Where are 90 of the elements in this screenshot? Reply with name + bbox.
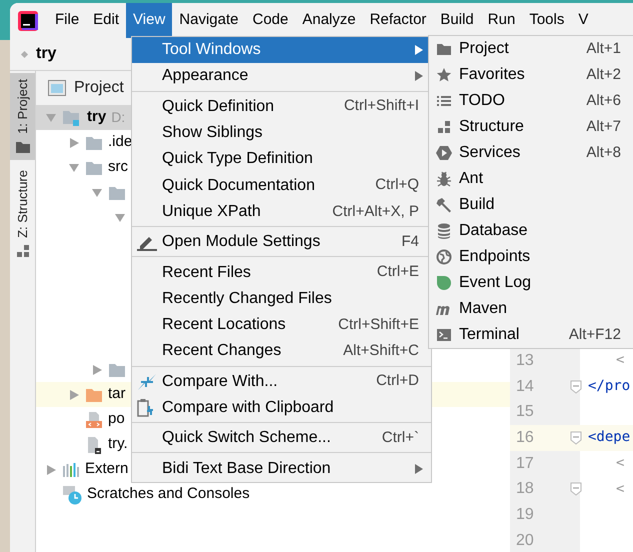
line-number: 15 (515, 402, 535, 422)
code-text: < (616, 480, 624, 499)
hammer-icon (436, 197, 452, 213)
menu-item[interactable]: Build (429, 192, 633, 218)
line-number: 14 (515, 376, 535, 397)
star-icon (436, 67, 452, 83)
globe-icon (436, 249, 452, 265)
folder-icon (85, 386, 103, 402)
menu-item[interactable]: Analyze (295, 3, 363, 38)
menu-item[interactable]: Terminal Alt+F12 (429, 322, 633, 348)
bar-chart-icon (62, 462, 80, 478)
code-text: </pro (588, 377, 630, 396)
menu-item[interactable]: Structure Alt+7 (429, 114, 633, 140)
menu-item[interactable]: Quick Documentation Ctrl+Q (132, 172, 431, 199)
menu-item[interactable]: Unique XPath Ctrl+Alt+X, P (132, 198, 431, 226)
folder-icon (108, 362, 126, 378)
tree-item-label[interactable]: Scratches and Consoles (87, 483, 250, 506)
menu-item[interactable]: TODO Alt+6 (429, 88, 633, 114)
file-icon (85, 436, 103, 454)
line-number: 19 (515, 504, 535, 525)
menu-item[interactable]: Compare with Clipboard (132, 394, 431, 422)
menu-item[interactable]: Recent Files Ctrl+E (132, 259, 431, 286)
play-hexagon-icon (436, 145, 452, 161)
folder-icon (85, 160, 103, 176)
line-number: 16 (515, 428, 535, 448)
menu-item[interactable]: File (48, 3, 86, 38)
menu-item[interactable]: Recent Changes Alt+Shift+C (132, 338, 431, 365)
tree-item-label[interactable]: Extern (85, 458, 128, 481)
code-text: < (616, 454, 624, 474)
speech-bubble-icon (436, 275, 452, 291)
menu-item[interactable]: Navigate (172, 3, 246, 38)
structure-icon (437, 120, 451, 134)
menu-item[interactable]: Open Module Settings F4 (132, 229, 431, 256)
tree-item-label[interactable]: try (87, 106, 106, 129)
path-text: D: (111, 108, 126, 127)
line-number: 18 (515, 479, 535, 500)
window-icon (48, 80, 66, 96)
menu-item[interactable]: Recent Locations Ctrl+Shift+E (132, 312, 431, 338)
folder-icon (108, 184, 126, 200)
tree-item-label[interactable]: try. (108, 433, 128, 456)
clock-icon (62, 484, 82, 504)
tree-item-label[interactable]: tar (108, 383, 126, 406)
menu-item[interactable]: Tool Windows (132, 37, 431, 64)
tool-window-tab[interactable]: Z: Structure (10, 164, 35, 264)
app-logo-icon (18, 10, 38, 30)
menu-item[interactable]: Run (480, 3, 522, 38)
menu-item[interactable]: Services Alt+8 (429, 140, 633, 166)
menu-item[interactable]: View (126, 3, 172, 38)
menu-item[interactable]: Quick Type Definition (132, 146, 431, 172)
menu-item[interactable]: Maven (429, 296, 633, 322)
tree-item-label[interactable]: po (108, 408, 125, 431)
code-text: < (616, 351, 624, 370)
tree-item-label[interactable]: src (108, 156, 128, 179)
breadcrumb-item[interactable]: try (36, 42, 56, 66)
menu-item[interactable]: Edit (86, 3, 126, 38)
folder-icon (436, 42, 452, 56)
menu-item[interactable]: Ant (429, 166, 633, 192)
menu-item[interactable]: Appearance (132, 63, 431, 90)
menu-item[interactable]: Tools (522, 3, 572, 38)
tree-item-label[interactable]: .ide (108, 131, 132, 154)
terminal-icon (436, 328, 452, 342)
menu-item[interactable]: Code (245, 3, 296, 38)
menu-item[interactable]: Recently Changed Files (132, 286, 431, 312)
menu-item[interactable]: Refactor (362, 3, 434, 38)
menu-item[interactable]: Project Alt+1 (429, 36, 633, 62)
structure-icon (16, 244, 30, 258)
menu-item[interactable]: Event Log (429, 270, 633, 296)
menu-item[interactable]: Favorites Alt+2 (429, 62, 633, 88)
folder-icon (14, 140, 30, 154)
menu-item[interactable]: Quick Switch Scheme... Ctrl+` (132, 425, 431, 452)
code-text: <depe (588, 428, 630, 448)
menu-item[interactable]: Quick Definition Ctrl+Shift+I (132, 94, 431, 120)
bug-icon (436, 171, 452, 187)
folder-icon (85, 134, 103, 150)
line-number: 17 (515, 454, 535, 474)
module-folder-icon (62, 108, 82, 126)
menu-item[interactable]: Endpoints (429, 244, 633, 270)
menu-item[interactable]: Bidi Text Base Direction (132, 455, 431, 482)
database-icon (437, 223, 451, 239)
xml-file-icon (85, 410, 103, 428)
menu-item[interactable]: Database (429, 218, 633, 244)
list-icon (436, 94, 452, 108)
line-number: 13 (515, 350, 535, 371)
menu-item[interactable]: V (571, 3, 596, 38)
panel-title: Project (74, 78, 124, 98)
menu-item[interactable]: Build (433, 3, 481, 38)
line-number: 20 (515, 530, 535, 551)
menu-item[interactable]: Show Siblings (132, 120, 431, 146)
menu-item[interactable]: Compare With... Ctrl+D (132, 368, 431, 395)
tool-window-tab[interactable]: 1: Project (10, 73, 35, 160)
